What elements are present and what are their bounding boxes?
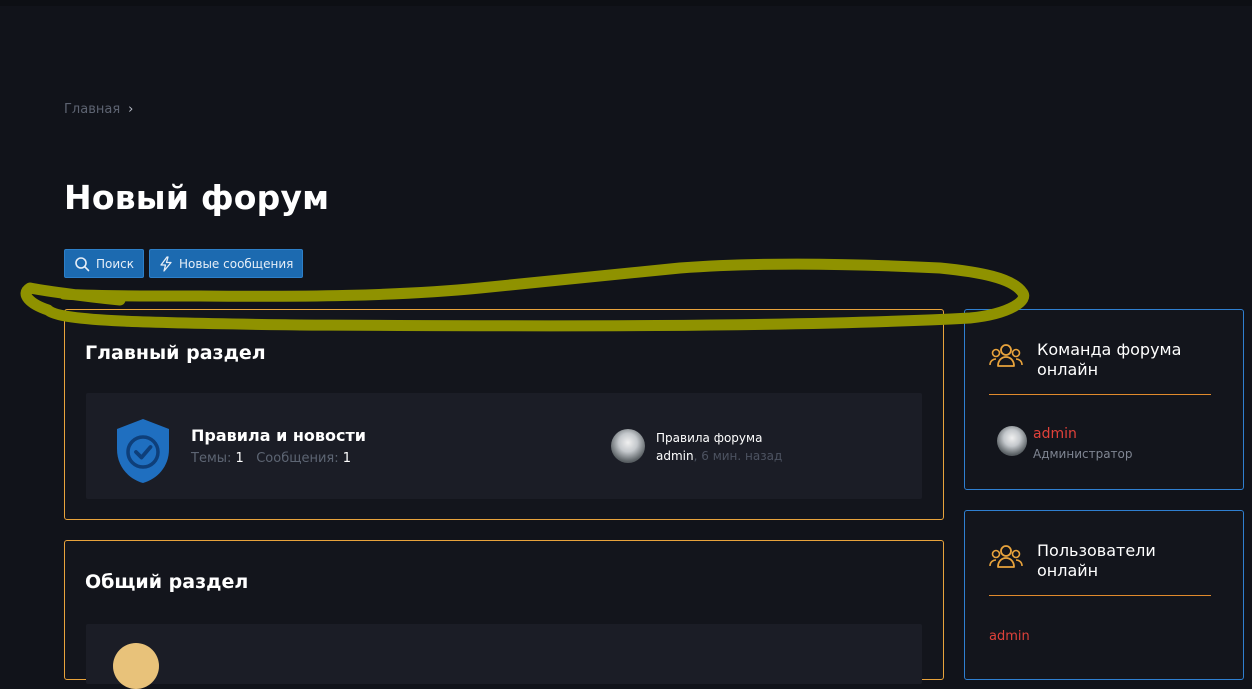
avatar[interactable]	[611, 429, 645, 463]
staff-user-link[interactable]: admin	[1033, 426, 1077, 442]
chevron-right-icon: ›	[128, 102, 134, 117]
widget-title: Пользователи онлайн	[1037, 541, 1156, 580]
search-icon	[74, 256, 90, 272]
new-posts-button[interactable]: Новые сообщения	[149, 249, 304, 278]
staff-online-widget: Команда форума онлайн admin Администрато…	[964, 309, 1244, 490]
divider	[989, 595, 1211, 596]
messages-label: Сообщения:	[256, 451, 339, 466]
section-title: Общий раздел	[85, 571, 249, 593]
forum-icon	[113, 643, 159, 689]
staff-user-role: Администратор	[1033, 447, 1133, 461]
page-title: Новый форум	[64, 178, 330, 217]
section-main: Главный раздел Правила и новости Темы: 1…	[64, 309, 944, 520]
divider	[989, 394, 1211, 395]
users-online-widget: Пользователи онлайн admin	[964, 510, 1244, 680]
messages-count: 1	[342, 451, 352, 466]
top-bar	[0, 0, 1252, 6]
section-title: Главный раздел	[85, 342, 266, 364]
online-user-link[interactable]: admin	[989, 629, 1030, 644]
action-buttons: Поиск Новые сообщения	[64, 249, 304, 278]
avatar[interactable]	[997, 426, 1027, 456]
new-posts-button-label: Новые сообщения	[179, 256, 294, 271]
threads-label: Темы:	[191, 451, 232, 466]
forum-row[interactable]: Правила и новости Темы: 1 Сообщения: 1 П…	[86, 393, 922, 499]
breadcrumb: Главная ›	[64, 102, 133, 117]
last-post-user-link[interactable]: admin	[656, 449, 694, 463]
forum-title-link[interactable]: Правила и новости	[191, 426, 366, 445]
breadcrumb-home-link[interactable]: Главная	[64, 102, 120, 117]
last-post-time: , 6 мин. назад	[693, 449, 783, 463]
section-general: Общий раздел	[64, 540, 944, 689]
threads-count: 1	[235, 451, 244, 466]
forum-row[interactable]	[86, 624, 922, 689]
search-button[interactable]: Поиск	[64, 249, 145, 278]
search-button-label: Поиск	[96, 256, 135, 271]
users-group-icon	[989, 541, 1023, 577]
forum-stats: Темы: 1 Сообщения: 1	[191, 451, 351, 466]
widget-title: Команда форума онлайн	[1037, 340, 1182, 379]
last-post-meta: admin, 6 мин. назад	[656, 449, 782, 463]
last-post-title-link[interactable]: Правила форума	[656, 431, 762, 445]
lightning-icon	[159, 255, 173, 272]
shield-check-icon	[113, 417, 173, 489]
users-group-icon	[989, 340, 1023, 376]
